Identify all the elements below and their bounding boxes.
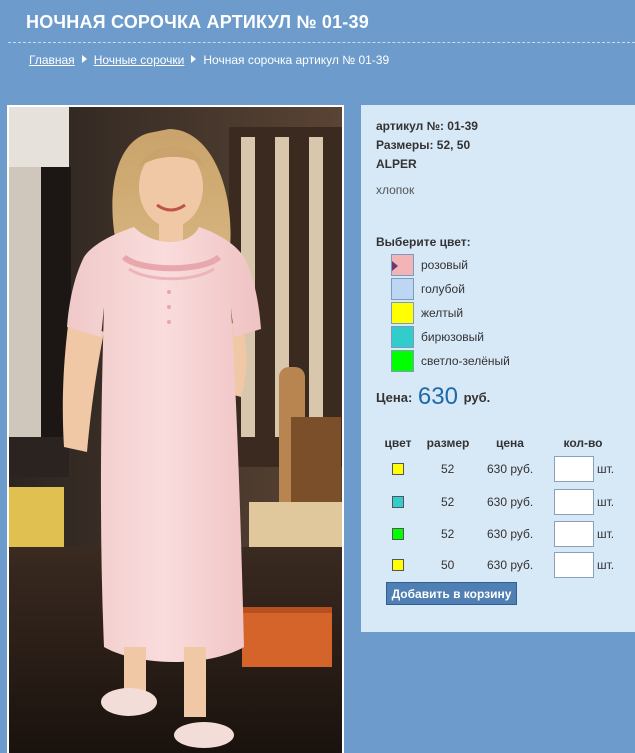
page-title: НОЧНАЯ СОРОЧКА АРТИКУЛ № 01-39 (26, 12, 369, 32)
column-header-color: цвет (384, 436, 412, 450)
color-swatch[interactable] (391, 326, 414, 348)
variant-price: 630 руб. (487, 558, 534, 572)
product-brand: ALPER (376, 157, 417, 171)
color-option-label[interactable]: розовый (421, 258, 468, 272)
breadcrumb: Главная Ночные сорочки Ночная сорочка арти… (29, 53, 389, 67)
color-option[interactable]: бирюзовый (391, 326, 591, 348)
product-material: хлопок (376, 183, 415, 197)
color-option[interactable]: розовый (391, 254, 591, 276)
product-info-panel: артикул №: 01-39 Размеры: 52, 50 ALPER х… (361, 105, 635, 632)
variant-color-swatch (392, 463, 404, 475)
color-option-label[interactable]: голубой (421, 282, 465, 296)
unit-label: шт. (597, 558, 615, 572)
unit-label: шт. (597, 462, 615, 476)
variant-color-swatch (392, 528, 404, 540)
breadcrumb-arrow-icon (191, 55, 197, 63)
variant-size: 52 (441, 527, 455, 541)
product-photo-frame (7, 105, 344, 753)
add-to-cart-button[interactable]: Добавить в корзину (386, 582, 517, 605)
price: Цена: 630 руб. (376, 383, 490, 411)
color-option[interactable]: голубой (391, 278, 591, 300)
column-header-size: размер (426, 436, 470, 450)
variant-price: 630 руб. (487, 462, 534, 476)
column-header-price: цена (496, 436, 524, 450)
table-row: 52 630 руб. шт. (361, 489, 635, 515)
color-swatch[interactable] (391, 350, 414, 372)
color-option[interactable]: светло-зелёный (391, 350, 591, 372)
variant-price: 630 руб. (487, 527, 534, 541)
variant-color-swatch (392, 559, 404, 571)
column-header-qty: кол-во (563, 436, 603, 450)
quantity-input[interactable] (554, 521, 594, 547)
color-option-label[interactable]: желтый (421, 306, 463, 320)
variant-size: 52 (441, 495, 455, 509)
product-article: артикул №: 01-39 (376, 119, 478, 133)
product-photo[interactable] (9, 107, 342, 753)
variant-size: 50 (441, 558, 455, 572)
price-amount: 630 (417, 383, 458, 410)
price-currency: руб. (463, 390, 491, 405)
table-row: 50 630 руб. шт. (361, 552, 635, 578)
color-swatch[interactable] (391, 278, 414, 300)
unit-label: шт. (597, 527, 615, 541)
color-option[interactable]: желтый (391, 302, 591, 324)
color-option-label[interactable]: светло-зелёный (421, 354, 510, 368)
variant-size: 52 (441, 462, 455, 476)
price-label: Цена: (376, 390, 413, 405)
color-option-label[interactable]: бирюзовый (421, 330, 484, 344)
table-row: 52 630 руб. шт. (361, 521, 635, 547)
quantity-input[interactable] (554, 489, 594, 515)
color-swatch[interactable] (391, 254, 414, 276)
variant-color-swatch (392, 496, 404, 508)
quantity-input[interactable] (554, 552, 594, 578)
breadcrumb-arrow-icon (81, 55, 87, 63)
unit-label: шт. (597, 495, 615, 509)
selected-marker-icon (392, 261, 398, 271)
breadcrumb-home-link[interactable]: Главная (29, 53, 75, 67)
color-picker-label: Выберите цвет: (376, 235, 471, 249)
breadcrumb-category-link[interactable]: Ночные сорочки (94, 53, 185, 67)
product-photo-illustration (9, 107, 342, 753)
variant-price: 630 руб. (487, 495, 534, 509)
product-sizes: Размеры: 52, 50 (376, 138, 471, 152)
title-divider (8, 42, 635, 43)
table-row: 52 630 руб. шт. (361, 456, 635, 482)
breadcrumb-current: Ночная сорочка артикул № 01-39 (203, 53, 390, 67)
color-swatch[interactable] (391, 302, 414, 324)
quantity-input[interactable] (554, 456, 594, 482)
